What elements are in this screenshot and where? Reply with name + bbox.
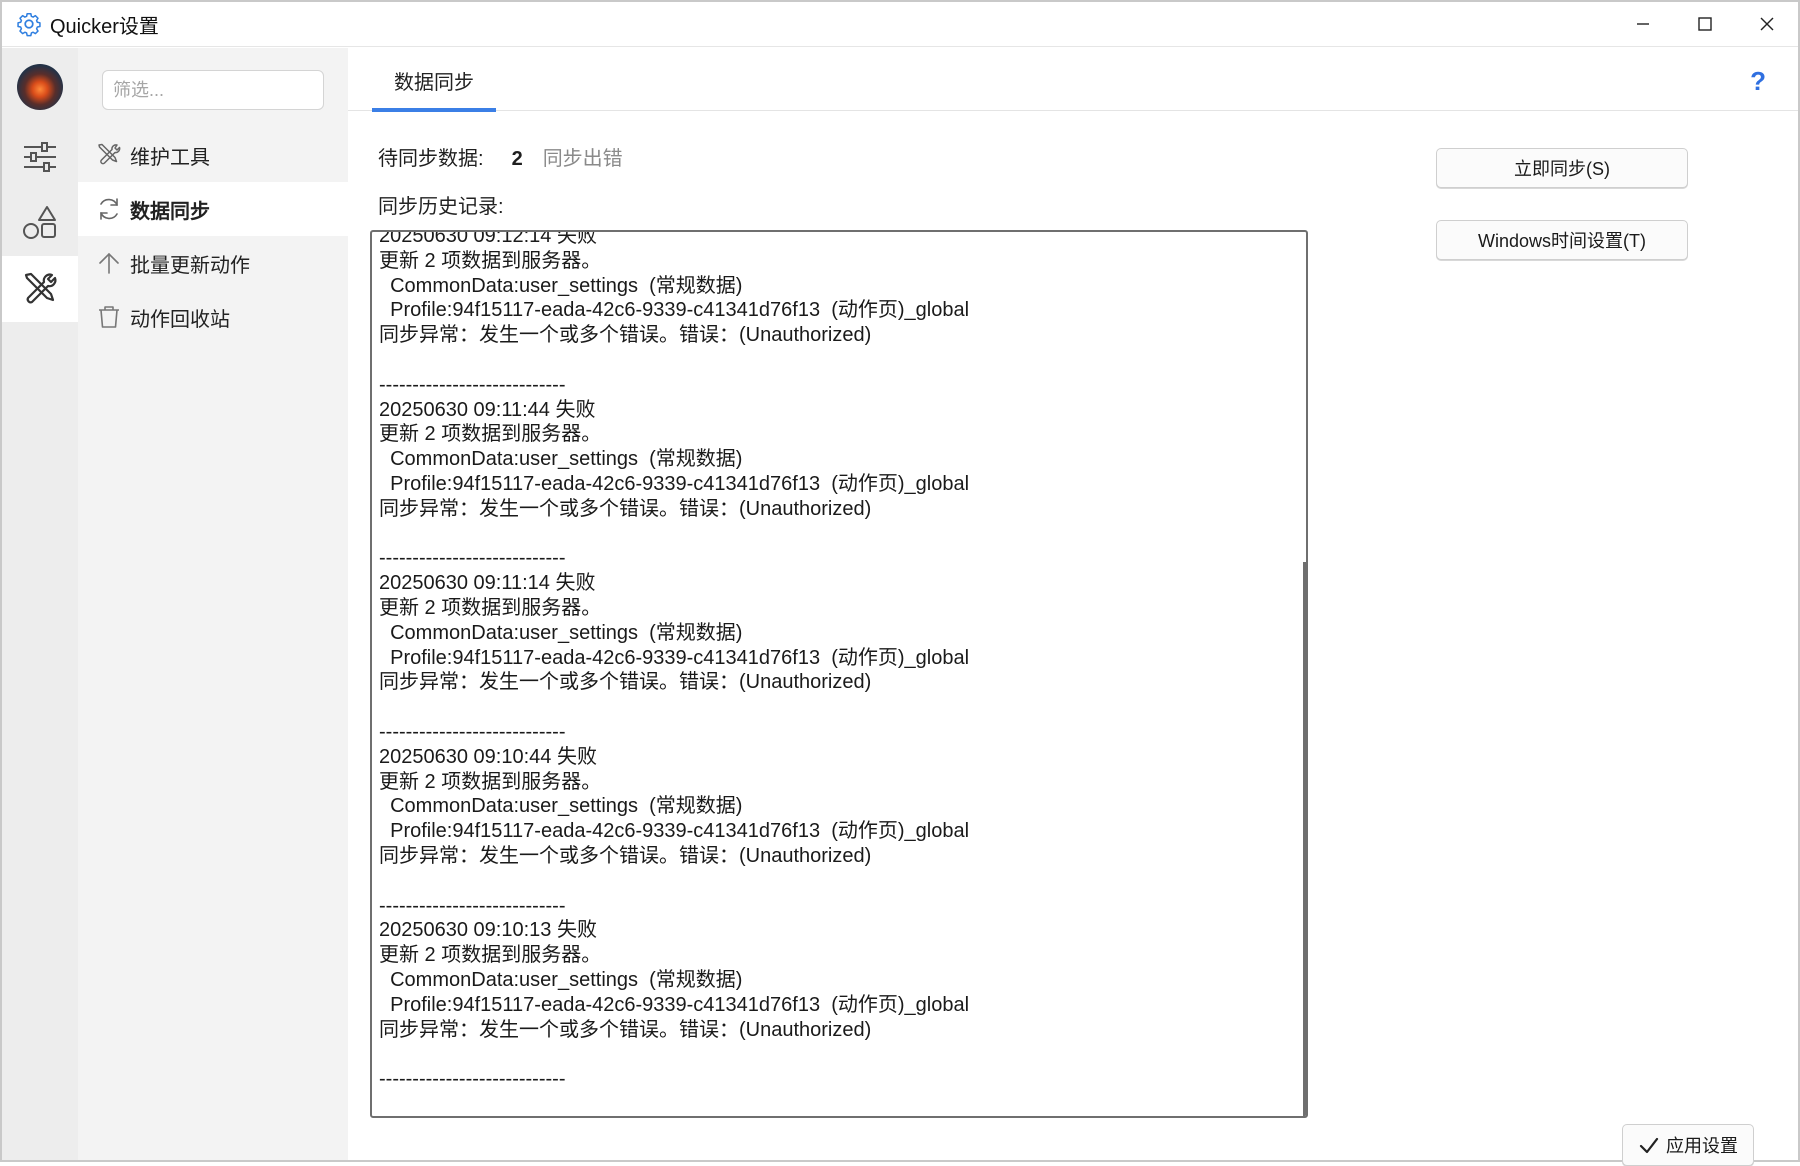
pending-count: 2 <box>511 148 523 170</box>
log-line: 同步异常：发生一个或多个错误。错误：(Unauthorized) <box>379 324 872 347</box>
nav-item-label: 数据同步 <box>130 200 210 223</box>
log-scrollbar[interactable] <box>1303 562 1306 1116</box>
log-line: Profile:94f15117-eada-42c6-9339-c41341d7… <box>379 820 970 843</box>
log-line: 20250630 09:10:44 失败 <box>379 745 597 768</box>
log-line: 20250630 09:12:14 失败 <box>379 230 597 247</box>
history-label: 同步历史记录: <box>378 196 504 218</box>
settings-window: Quicker设置 筛选... 维护工具 数据同步 批量更新动作 动作回收站 数… <box>0 0 1800 1166</box>
apply-settings-button[interactable]: 应用设置 <box>1622 1124 1754 1166</box>
log-line: Profile:94f15117-eada-42c6-9339-c41341d7… <box>379 299 970 322</box>
nav-item-batch-update[interactable]: 批量更新动作 <box>78 236 348 290</box>
arrow-up-icon <box>99 252 119 274</box>
rail-shapes[interactable] <box>2 190 78 256</box>
rail-tools[interactable] <box>2 256 78 322</box>
log-line: 20250630 09:10:13 失败 <box>379 919 597 942</box>
log-line: 同步异常：发生一个或多个错误。错误：(Unauthorized) <box>379 844 872 867</box>
gear-icon <box>17 12 41 37</box>
icon-rail <box>2 48 78 1160</box>
log-line: CommonData:user_settings (常规数据) <box>379 274 743 297</box>
log-line: 20250630 09:11:44 失败 <box>379 398 596 421</box>
rail-settings-sliders[interactable] <box>2 124 78 190</box>
minimize-icon <box>1637 23 1649 25</box>
log-line: CommonData:user_settings (常规数据) <box>379 795 743 818</box>
log-line: 更新 2 项数据到服务器。 <box>379 249 602 272</box>
tools-icon <box>98 143 121 165</box>
sync-history-log[interactable]: 20250630 09:12:14 失败更新 2 项数据到服务器。 Common… <box>370 230 1308 1118</box>
log-line: 20250630 09:11:14 失败 <box>379 572 596 595</box>
log-line: CommonData:user_settings (常规数据) <box>379 968 743 991</box>
log-line: CommonData:user_settings (常规数据) <box>379 448 743 471</box>
log-line: 更新 2 项数据到服务器。 <box>379 423 602 446</box>
sliders-icon <box>24 142 56 172</box>
sync-now-button[interactable]: 立即同步(S) <box>1436 148 1688 188</box>
log-line: ---------------------------- <box>379 1068 566 1091</box>
apply-settings-label: 应用设置 <box>1666 1136 1738 1156</box>
shapes-icon <box>23 206 56 239</box>
sync-error-status: 同步出错 <box>542 148 623 170</box>
sync-status: 待同步数据: 2 同步出错 <box>378 142 623 171</box>
maximize-icon <box>1698 17 1712 31</box>
checkmark-icon <box>1639 1137 1659 1154</box>
log-line: ---------------------------- <box>379 547 566 570</box>
help-icon[interactable]: ? <box>1750 66 1766 97</box>
log-line: 同步异常：发生一个或多个错误。错误：(Unauthorized) <box>379 497 872 520</box>
log-line: 更新 2 项数据到服务器。 <box>379 596 602 619</box>
nav-item-label: 维护工具 <box>130 146 210 169</box>
log-line: ---------------------------- <box>379 373 566 396</box>
window-title: Quicker设置 <box>50 15 159 38</box>
log-line: ---------------------------- <box>379 894 566 917</box>
nav-item-label: 动作回收站 <box>130 308 230 331</box>
log-line: Profile:94f15117-eada-42c6-9339-c41341d7… <box>379 472 970 495</box>
nav-item-recycle-bin[interactable]: 动作回收站 <box>78 290 348 344</box>
log-line: 同步异常：发生一个或多个错误。错误：(Unauthorized) <box>379 1018 872 1041</box>
nav-item-data-sync[interactable]: 数据同步 <box>78 182 348 236</box>
close-button[interactable] <box>1736 2 1798 46</box>
nav-list: 维护工具 数据同步 批量更新动作 动作回收站 <box>78 128 348 344</box>
trash-icon <box>99 306 119 328</box>
windows-time-settings-button[interactable]: Windows时间设置(T) <box>1436 220 1688 260</box>
maximize-button[interactable] <box>1674 2 1736 46</box>
nav-item-label: 批量更新动作 <box>130 254 250 277</box>
log-line: Profile:94f15117-eada-42c6-9339-c41341d7… <box>379 993 970 1016</box>
nav-item-maintenance-tools[interactable]: 维护工具 <box>78 128 348 182</box>
sync-icon <box>100 198 118 220</box>
pending-label: 待同步数据: <box>378 148 484 170</box>
log-line: 同步异常：发生一个或多个错误。错误：(Unauthorized) <box>379 671 872 694</box>
settings-nav: 维护工具 数据同步 批量更新动作 动作回收站 <box>78 48 348 1160</box>
log-line: CommonData:user_settings (常规数据) <box>379 621 743 644</box>
close-icon <box>1760 17 1774 31</box>
window-controls <box>1612 2 1798 46</box>
title-bar: Quicker设置 <box>2 2 1798 47</box>
log-line: ---------------------------- <box>379 720 566 743</box>
filter-input[interactable] <box>102 70 324 110</box>
log-content: 20250630 09:12:14 失败更新 2 项数据到服务器。 Common… <box>379 230 1279 1092</box>
minimize-button[interactable] <box>1612 2 1674 46</box>
log-line: 更新 2 项数据到服务器。 <box>379 944 602 967</box>
avatar[interactable] <box>17 64 63 110</box>
tools-icon <box>24 272 57 304</box>
tab-data-sync[interactable]: 数据同步 <box>372 66 496 112</box>
log-line: Profile:94f15117-eada-42c6-9339-c41341d7… <box>379 646 970 669</box>
tab-bar: 数据同步 ? <box>348 48 1798 112</box>
log-line: 更新 2 项数据到服务器。 <box>379 770 602 793</box>
main-panel: 数据同步 ? 待同步数据: 2 同步出错 同步历史记录: 20250630 09… <box>348 48 1798 1166</box>
